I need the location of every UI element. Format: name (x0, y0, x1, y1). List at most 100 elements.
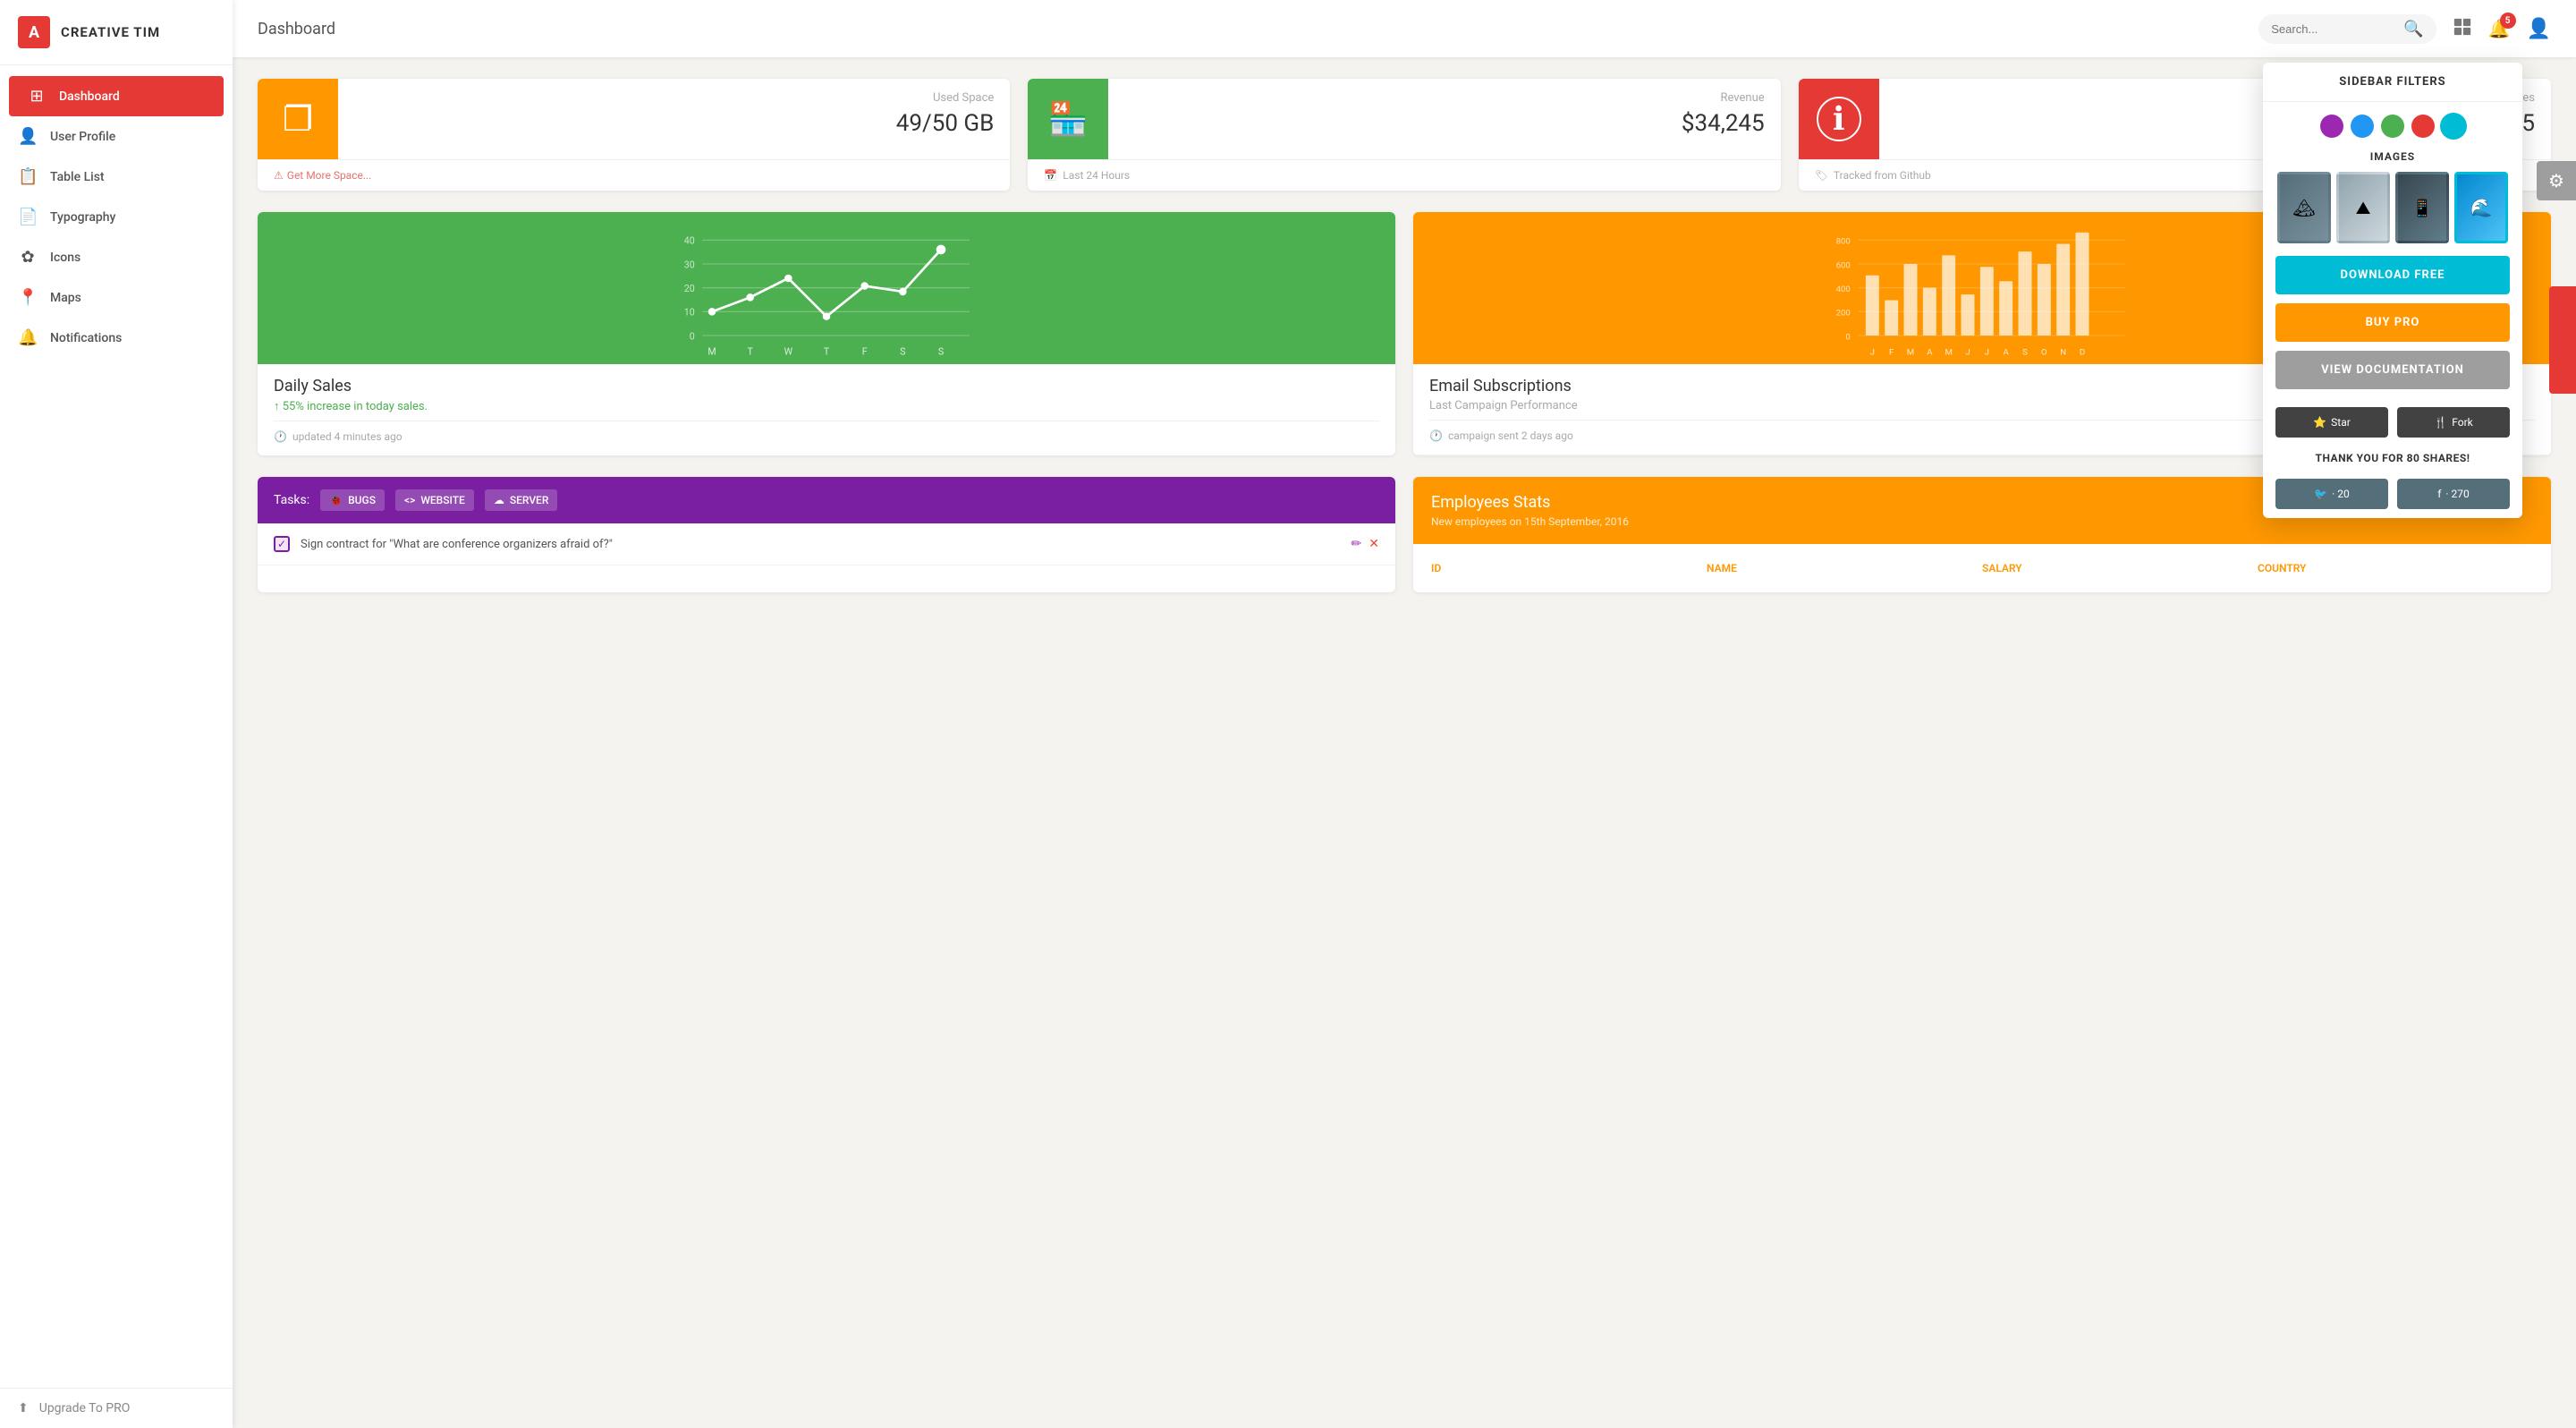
sidebar-item-typography[interactable]: 📄 Typography (0, 197, 233, 237)
grid-view-button[interactable] (2453, 17, 2472, 41)
task-delete-button[interactable]: ✕ (1368, 537, 1379, 551)
task-actions: ✏ ✕ (1352, 537, 1379, 551)
color-green[interactable] (2381, 115, 2404, 138)
task-tab-website[interactable]: <> WEBSITE (395, 489, 474, 511)
search-input[interactable] (2271, 22, 2396, 36)
sidebar-item-label: Table List (50, 170, 105, 184)
sidebar-item-label: Maps (50, 291, 81, 305)
image-placeholder: 🏔 (2280, 174, 2328, 241)
upgrade-label: Upgrade To PRO (39, 1401, 131, 1415)
brand-logo: A (18, 16, 50, 48)
color-blue[interactable] (2351, 115, 2374, 138)
info-icon: ℹ (1817, 97, 1861, 141)
header: Dashboard 🔍 🔔 5 👤 (233, 0, 2576, 57)
svg-text:A: A (1927, 347, 1933, 357)
stat-card-revenue: 🏪 Revenue $34,245 📅 Last 24 Hours (1028, 79, 1780, 191)
filters-colors (2263, 102, 2522, 150)
table-header: ID Name Salary Country (1413, 553, 2551, 583)
notifications-icon: 🔔 (18, 328, 38, 347)
buy-pro-button[interactable]: BUY PRO (2275, 303, 2510, 342)
svg-text:S: S (900, 345, 905, 357)
star-button[interactable]: ⭐ Star (2275, 407, 2388, 438)
filters-panel-title: SIDEBAR FILTERS (2263, 63, 2522, 102)
filters-images-title: IMAGES (2263, 150, 2522, 172)
content-area: ❐ Used Space 49/50 GB ⚠ Get More Space..… (233, 57, 2576, 1428)
filters-thanks: THANK YOU FOR 80 SHARES! (2263, 446, 2522, 470)
sidebar-item-icons[interactable]: ✿ Icons (0, 237, 233, 277)
svg-text:J: J (1985, 347, 1989, 357)
sidebar-item-dashboard[interactable]: ⊞ Dashboard (9, 76, 224, 116)
svg-text:10: 10 (684, 307, 695, 319)
page-title: Dashboard (258, 20, 335, 38)
settings-button[interactable]: ⚙ (2537, 161, 2576, 200)
line-chart-svg: 40 30 20 10 0 (272, 221, 1381, 364)
tag-icon: 🏷 (1815, 169, 1828, 182)
stat-footer: ⚠ Get More Space... (258, 159, 1010, 191)
facebook-button[interactable]: f · 270 (2397, 479, 2510, 509)
gear-icon: ⚙ (2548, 170, 2564, 191)
color-cyan[interactable] (2442, 115, 2465, 138)
upgrade-to-pro[interactable]: ⬆ Upgrade To PRO (18, 1401, 215, 1415)
cloud-icon: ☁ (494, 494, 504, 506)
icons-icon: ✿ (18, 248, 38, 267)
notifications-button[interactable]: 🔔 5 (2488, 18, 2511, 39)
task-row: ✓ Sign contract for "What are conference… (258, 523, 1395, 565)
sidebar-item-table-list[interactable]: 📋 Table List (0, 157, 233, 197)
sidebar-item-label: Notifications (50, 331, 122, 345)
task-text: Sign contract for "What are conference o… (301, 538, 1341, 551)
revenue-icon-box: 🏪 (1028, 79, 1108, 159)
download-free-button[interactable]: DOWNLOAD FREE (2275, 256, 2510, 294)
svg-text:400: 400 (1836, 285, 1851, 294)
sidebar-filters-panel: SIDEBAR FILTERS IMAGES 🏔 ⛰ 📱 🌊 DOWNLOAD … (2263, 63, 2522, 518)
profile-button[interactable]: 👤 (2527, 18, 2551, 40)
task-tab-label: BUGS (348, 494, 376, 506)
filter-image-3[interactable]: 📱 (2395, 172, 2449, 243)
svg-text:A: A (2004, 347, 2010, 357)
svg-text:N: N (2060, 347, 2066, 357)
filters-images: 🏔 ⛰ 📱 🌊 (2263, 172, 2522, 256)
fork-button[interactable]: 🍴 Fork (2397, 407, 2510, 438)
clock-icon: 🕐 (1429, 429, 1443, 442)
upgrade-icon: ⬆ (18, 1401, 29, 1415)
fork-icon: 🍴 (2434, 416, 2447, 429)
get-more-space-link[interactable]: ⚠ Get More Space... (274, 169, 371, 182)
employees-table: ID Name Salary Country (1413, 544, 2551, 592)
tasks-card: Tasks: 🐞 BUGS <> WEBSITE ☁ SERVER (258, 477, 1395, 592)
sidebar-item-label: User Profile (50, 130, 115, 144)
svg-text:S: S (2022, 347, 2028, 357)
charts-row: 40 30 20 10 0 (258, 212, 2551, 455)
color-red[interactable] (2411, 115, 2435, 138)
facebook-icon: f (2437, 488, 2441, 500)
filter-image-2[interactable]: ⛰ (2336, 172, 2390, 243)
filter-image-4[interactable]: 🌊 (2454, 172, 2508, 243)
svg-text:200: 200 (1836, 309, 1851, 319)
svg-text:20: 20 (684, 283, 695, 294)
sidebar-nav: ⊞ Dashboard 👤 User Profile 📋 Table List … (0, 65, 233, 1388)
daily-sales-chart: 40 30 20 10 0 (258, 212, 1395, 455)
stat-info: Used Space 49/50 GB (338, 79, 1010, 159)
sidebar-item-notifications[interactable]: 🔔 Notifications (0, 318, 233, 358)
color-purple[interactable] (2320, 115, 2343, 138)
sidebar-item-maps[interactable]: 📍 Maps (0, 277, 233, 318)
image-placeholder: ⛰ (2339, 174, 2387, 241)
sidebar-item-user-profile[interactable]: 👤 User Profile (0, 116, 233, 157)
daily-sales-title: Daily Sales (274, 377, 1379, 395)
share-buttons: 🐦 · 20 f · 270 (2263, 470, 2522, 518)
filter-image-1[interactable]: 🏔 (2277, 172, 2331, 243)
github-icon: ⭐ (2313, 416, 2326, 429)
twitter-button[interactable]: 🐦 · 20 (2275, 479, 2388, 509)
sidebar-brand: A CREATIVE TIM (0, 0, 233, 65)
search-icon[interactable]: 🔍 (2403, 20, 2423, 38)
sidebar-item-label: Dashboard (59, 89, 120, 104)
svg-text:0: 0 (690, 330, 695, 342)
svg-text:M: M (1945, 347, 1952, 357)
stat-label: Used Space (354, 91, 994, 105)
task-tab-bugs[interactable]: 🐞 BUGS (320, 489, 385, 511)
tasks-header: Tasks: 🐞 BUGS <> WEBSITE ☁ SERVER (258, 477, 1395, 523)
task-tab-server[interactable]: ☁ SERVER (485, 489, 558, 511)
filters-social: ⭐ Star 🍴 Fork (2263, 398, 2522, 446)
view-documentation-button[interactable]: VIEW DOCUMENTATION (2275, 351, 2510, 389)
task-checkbox[interactable]: ✓ (274, 536, 290, 552)
sidebar-item-label: Typography (50, 210, 115, 225)
task-edit-button[interactable]: ✏ (1352, 537, 1362, 551)
